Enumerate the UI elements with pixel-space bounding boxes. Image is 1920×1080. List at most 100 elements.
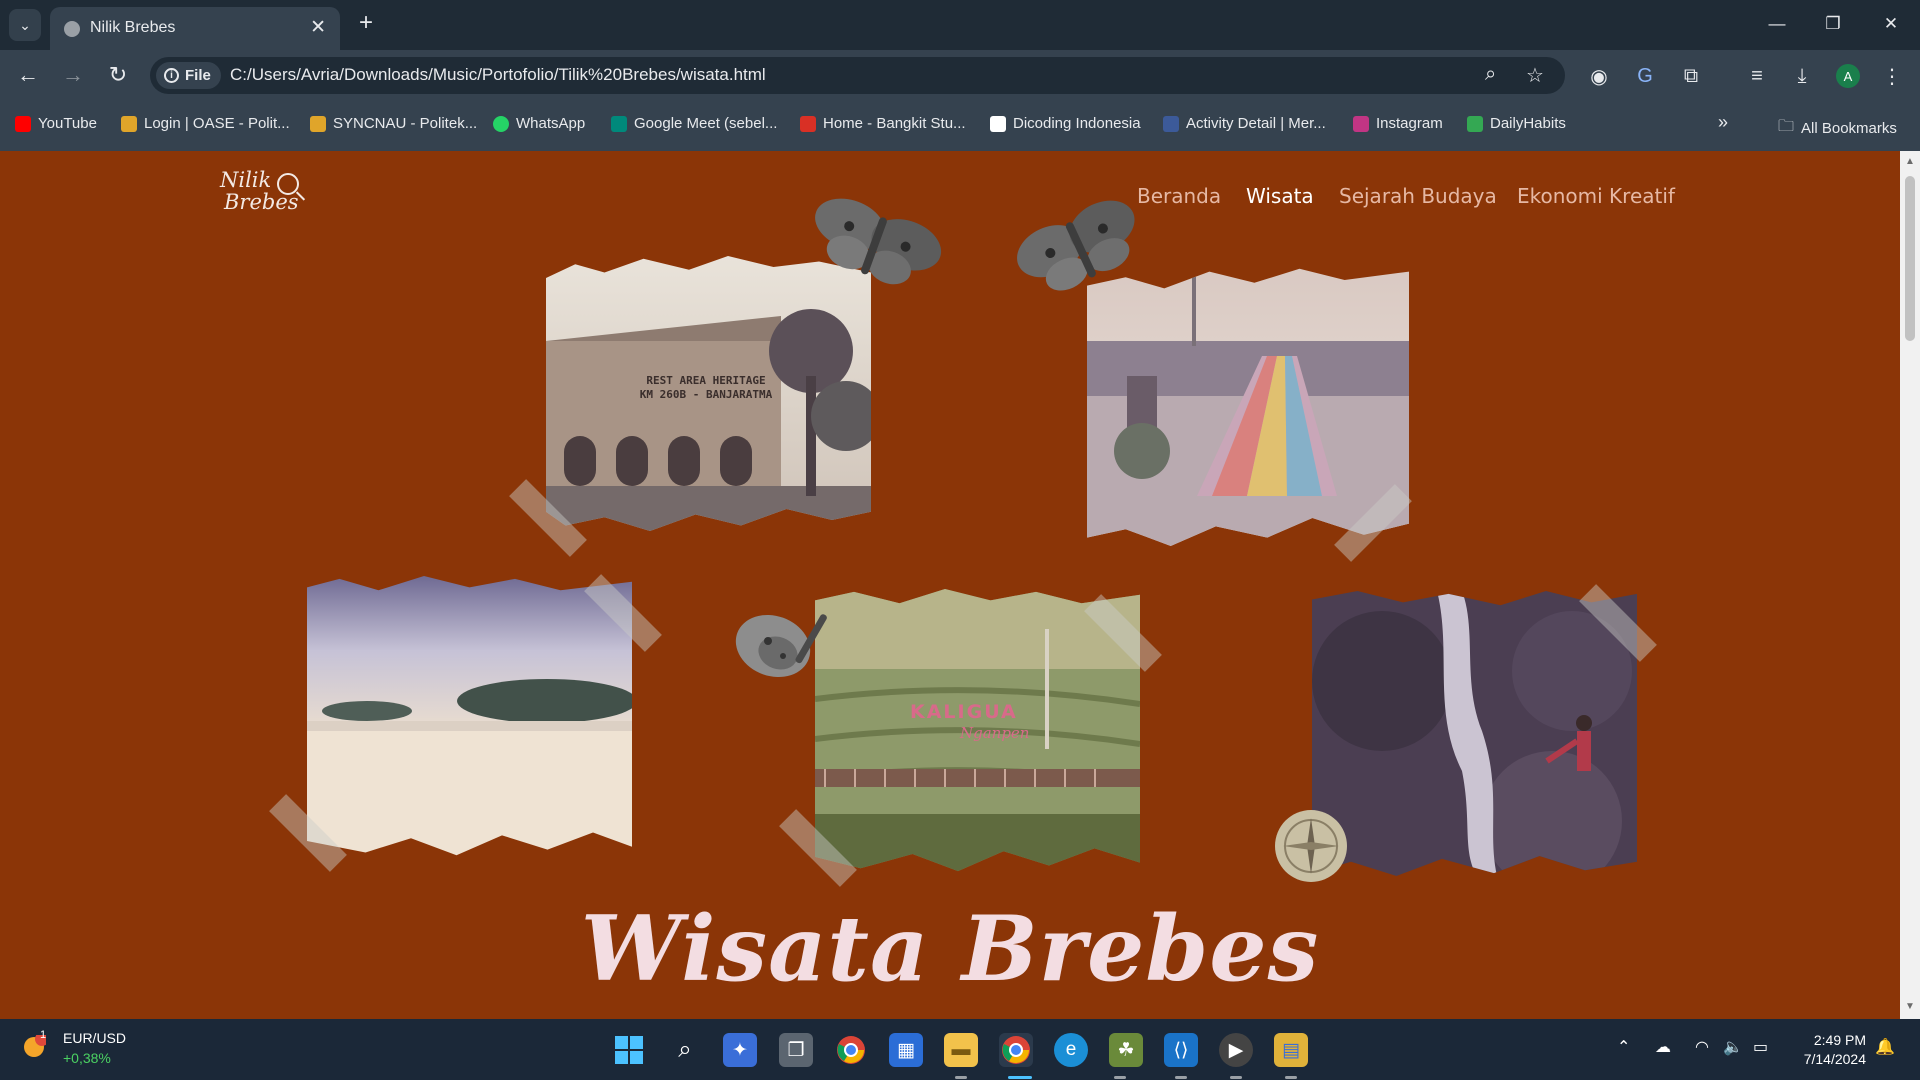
address-bar[interactable]: i File C:/Users/Avria/Downloads/Music/Po… bbox=[150, 57, 1565, 94]
chrome-app-icon[interactable] bbox=[834, 1033, 868, 1067]
dailyhabits-icon bbox=[1467, 115, 1483, 132]
restore-button[interactable]: ❐ bbox=[1813, 8, 1853, 40]
forward-button[interactable]: → bbox=[58, 60, 88, 90]
widget-badge: 1 bbox=[40, 1029, 47, 1041]
dicoding-icon bbox=[990, 115, 1006, 132]
bookmark-activity[interactable]: Activity Detail | Mer... bbox=[1163, 115, 1326, 132]
moth-icon bbox=[815, 198, 942, 285]
media-control-icon[interactable]: ≡ bbox=[1743, 62, 1771, 90]
scroll-down-icon[interactable]: ▼ bbox=[1905, 1001, 1915, 1012]
notification-bell-icon[interactable]: 🔔 bbox=[1875, 1037, 1895, 1057]
notes-app-icon[interactable]: ▤ bbox=[1274, 1033, 1308, 1067]
photo-beach[interactable] bbox=[307, 576, 632, 856]
file-explorer-icon[interactable]: ▬ bbox=[944, 1033, 978, 1067]
new-tab-button[interactable]: + bbox=[352, 9, 380, 37]
bookmarks-bar: YouTube Login | OASE - Polit... SYNCNAU … bbox=[0, 100, 1920, 151]
nav-beranda[interactable]: Beranda bbox=[1137, 184, 1221, 208]
kaligua-sign-line-2: Nganpen bbox=[960, 724, 1030, 742]
google-meet-icon bbox=[611, 115, 627, 132]
zoom-icon[interactable]: ⌕ bbox=[1485, 63, 1496, 86]
windows-taskbar: 1 EUR/USD +0,38% ⌕ ✦ ❐ ▦ ▬ e ☘ ⟨⟩ ▶ ▤ ⌃ … bbox=[0, 1019, 1920, 1080]
vscode-icon[interactable]: ⟨⟩ bbox=[1164, 1033, 1198, 1067]
more-bookmarks-icon[interactable]: » bbox=[1718, 112, 1728, 133]
scroll-thumb[interactable] bbox=[1905, 176, 1915, 341]
instagram-icon bbox=[1353, 115, 1369, 132]
minimize-button[interactable]: — bbox=[1757, 8, 1797, 40]
photo-rest-area-heritage[interactable]: REST AREA HERITAGE KM 260B - BANJARATMA bbox=[546, 256, 871, 531]
activity-icon bbox=[1163, 115, 1179, 132]
battery-icon[interactable]: ▭ bbox=[1753, 1037, 1768, 1057]
chrome-active-icon[interactable] bbox=[999, 1033, 1033, 1067]
ticker-name: EUR/USD bbox=[63, 1030, 127, 1046]
copilot-icon[interactable]: ✦ bbox=[723, 1033, 757, 1067]
site-logo[interactable]: Nilik Brebes bbox=[220, 169, 310, 229]
bookmark-whatsapp[interactable]: WhatsApp bbox=[493, 115, 585, 132]
scroll-up-icon[interactable]: ▲ bbox=[1905, 156, 1915, 167]
bookmark-star-icon[interactable]: ☆ bbox=[1526, 63, 1544, 88]
bookmark-dicoding[interactable]: Dicoding Indonesia bbox=[990, 115, 1141, 132]
wifi-icon[interactable]: ◠ bbox=[1695, 1037, 1709, 1057]
store-icon[interactable]: ▦ bbox=[889, 1033, 923, 1067]
extension-icon[interactable]: ◉ bbox=[1585, 62, 1613, 90]
hero-title: Wisata Brebes bbox=[580, 896, 1320, 1002]
nav-sejarah-budaya[interactable]: Sejarah Budaya bbox=[1339, 184, 1497, 208]
media-player-icon[interactable]: ▶ bbox=[1219, 1033, 1253, 1067]
reload-button[interactable]: ↻ bbox=[103, 60, 133, 90]
whatsapp-icon bbox=[493, 115, 509, 132]
page-viewport: Nilik Brebes Beranda Wisata Sejarah Buda… bbox=[0, 151, 1900, 1019]
info-icon: i bbox=[164, 68, 179, 83]
bookmark-oase[interactable]: Login | OASE - Polit... bbox=[121, 115, 290, 132]
tab-search-button[interactable]: ⌄ bbox=[9, 9, 41, 41]
photo-kaligua[interactable]: KALIGUA Nganpen bbox=[815, 589, 1140, 872]
profile-avatar[interactable]: A bbox=[1836, 64, 1860, 88]
url-scheme-label: File bbox=[185, 67, 211, 84]
extensions-puzzle-icon[interactable]: ⧉ bbox=[1677, 62, 1705, 90]
edge-icon[interactable]: e bbox=[1054, 1033, 1088, 1067]
volume-icon[interactable]: 🔈 bbox=[1723, 1037, 1743, 1057]
search-icon[interactable]: ⌕ bbox=[668, 1033, 702, 1067]
bookmark-syncnau[interactable]: SYNCNAU - Politek... bbox=[310, 115, 477, 132]
tray-chevron-icon[interactable]: ⌃ bbox=[1617, 1037, 1630, 1057]
bookmark-instagram[interactable]: Instagram bbox=[1353, 115, 1443, 132]
download-icon[interactable]: ⤓ bbox=[1788, 62, 1816, 90]
photo-waterfall[interactable] bbox=[1312, 591, 1637, 876]
menu-kebab-icon[interactable]: ⋮ bbox=[1878, 62, 1906, 90]
site-info-chip[interactable]: i File bbox=[156, 62, 221, 89]
bookmark-youtube[interactable]: YouTube bbox=[15, 115, 97, 132]
rest-area-sign-line-2: KM 260B - BANJARATMA bbox=[639, 388, 773, 401]
ticker-change: +0,38% bbox=[63, 1050, 111, 1066]
photo-rainbow-slide[interactable] bbox=[1087, 268, 1409, 546]
system-clock[interactable]: 2:49 PM 7/14/2024 bbox=[1804, 1031, 1866, 1069]
clock-date: 7/14/2024 bbox=[1803, 1051, 1866, 1067]
start-icon[interactable] bbox=[612, 1033, 646, 1067]
tab-bar: ⌄ Nilik Brebes ✕ + — ❐ ✕ bbox=[0, 0, 1920, 50]
browser-tab[interactable]: Nilik Brebes ✕ bbox=[50, 7, 340, 50]
clock-time: 2:49 PM bbox=[1813, 1032, 1866, 1048]
moth-icon bbox=[1017, 200, 1135, 291]
nav-ekonomi-kreatif[interactable]: Ekonomi Kreatif bbox=[1517, 184, 1675, 208]
all-bookmarks-folder[interactable]: 🗀 All Bookmarks bbox=[1778, 115, 1897, 142]
browser-toolbar: ← → ↻ i File C:/Users/Avria/Downloads/Mu… bbox=[0, 50, 1920, 100]
compass-icon bbox=[1275, 810, 1347, 882]
task-view-icon[interactable]: ❐ bbox=[779, 1033, 813, 1067]
back-button[interactable]: ← bbox=[13, 60, 43, 90]
rest-area-sign-line-1: REST AREA HERITAGE bbox=[646, 374, 766, 387]
tab-title: Nilik Brebes bbox=[90, 19, 176, 36]
close-window-button[interactable]: ✕ bbox=[1871, 8, 1911, 40]
bookmark-dailyhabits[interactable]: DailyHabits bbox=[1467, 115, 1566, 132]
globe-icon bbox=[64, 21, 80, 37]
url-text[interactable]: C:/Users/Avria/Downloads/Music/Portofoli… bbox=[230, 65, 766, 85]
bangkit-icon bbox=[800, 115, 816, 132]
page-scrollbar[interactable]: ▲ ▼ bbox=[1900, 151, 1920, 1019]
onedrive-icon[interactable]: ☁ bbox=[1655, 1037, 1671, 1057]
folder-icon: 🗀 bbox=[1778, 118, 1795, 135]
youtube-icon bbox=[15, 115, 31, 132]
syncnau-icon bbox=[310, 115, 326, 132]
nav-wisata[interactable]: Wisata bbox=[1246, 184, 1314, 208]
oase-icon bbox=[121, 115, 137, 132]
translate-icon[interactable]: G bbox=[1631, 62, 1659, 90]
bookmark-google-meet[interactable]: Google Meet (sebel... bbox=[611, 115, 777, 132]
close-tab-icon[interactable]: ✕ bbox=[310, 16, 326, 39]
game-app-icon[interactable]: ☘ bbox=[1109, 1033, 1143, 1067]
bookmark-bangkit[interactable]: Home - Bangkit Stu... bbox=[800, 115, 966, 132]
